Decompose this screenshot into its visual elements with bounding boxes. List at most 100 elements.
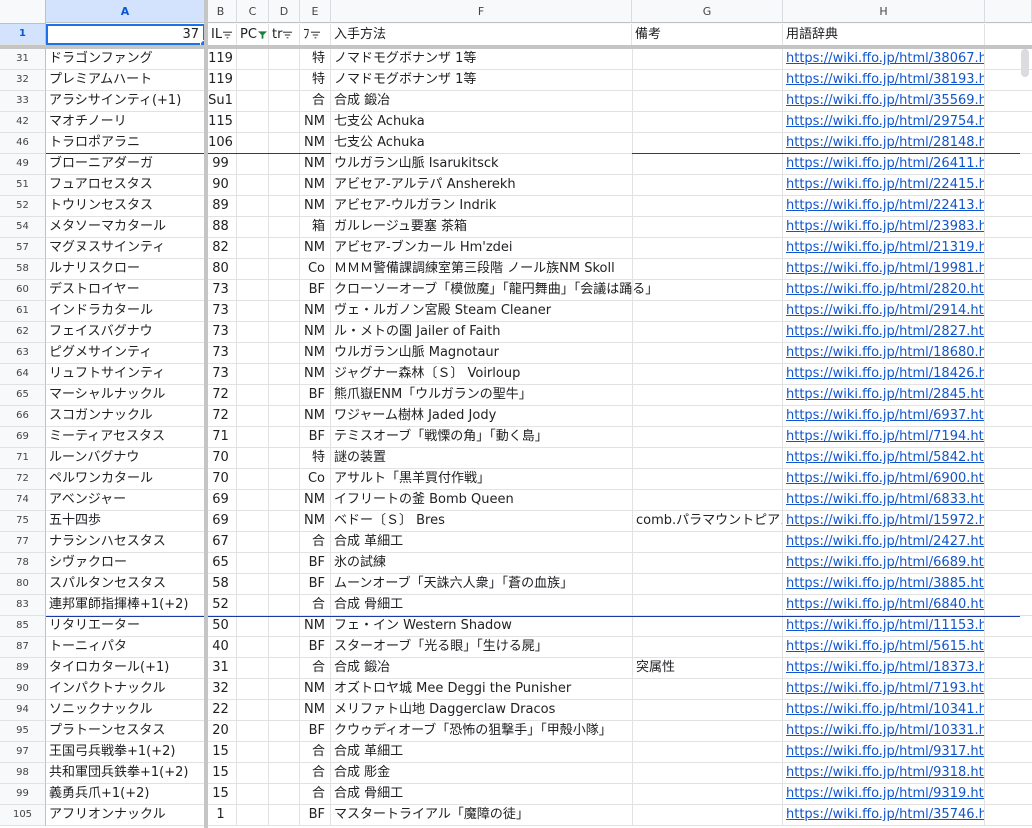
filter-icon[interactable] bbox=[223, 31, 233, 39]
wiki-link[interactable]: https://wiki.ffo.jp/html/6937.html bbox=[786, 408, 984, 423]
dictionary-cell[interactable]: https://wiki.ffo.jp/html/11153.html bbox=[783, 616, 985, 637]
wiki-link[interactable]: https://wiki.ffo.jp/html/9318.html bbox=[786, 765, 984, 780]
item-level-cell[interactable]: 73 bbox=[205, 364, 237, 385]
tr-cell[interactable] bbox=[269, 259, 300, 280]
tr-cell[interactable] bbox=[269, 49, 300, 70]
source-cell[interactable]: ＭＭＭ警備課調練室第三段階 ノール族NM Skoll bbox=[331, 259, 632, 280]
type-cell[interactable]: BF bbox=[300, 721, 331, 742]
pc-cell[interactable] bbox=[237, 700, 269, 721]
header-cell-pc[interactable]: PC bbox=[237, 24, 269, 45]
item-level-cell[interactable]: 88 bbox=[205, 217, 237, 238]
column-header-a[interactable]: A bbox=[46, 0, 205, 23]
row-number[interactable]: 80 bbox=[0, 574, 46, 595]
item-level-cell[interactable]: 89 bbox=[205, 196, 237, 217]
dictionary-cell[interactable]: https://wiki.ffo.jp/html/6900.html bbox=[783, 469, 985, 490]
pc-cell[interactable] bbox=[237, 595, 269, 616]
row-number[interactable]: 42 bbox=[0, 112, 46, 133]
dictionary-cell[interactable]: https://wiki.ffo.jp/html/2820.html bbox=[783, 280, 985, 301]
item-level-cell[interactable]: 71 bbox=[205, 427, 237, 448]
wiki-link[interactable]: https://wiki.ffo.jp/html/28148.html bbox=[786, 135, 984, 150]
source-cell[interactable]: ベドー〔Ｓ〕 Bres bbox=[331, 511, 632, 532]
notes-cell[interactable] bbox=[632, 154, 783, 175]
notes-cell[interactable] bbox=[632, 322, 783, 343]
tr-cell[interactable] bbox=[269, 385, 300, 406]
empty-cell[interactable] bbox=[985, 532, 1032, 553]
item-name-cell[interactable]: 王国弓兵戦拳+1(+2) bbox=[46, 742, 205, 763]
wiki-link[interactable]: https://wiki.ffo.jp/html/9319.html bbox=[786, 786, 984, 801]
tr-cell[interactable] bbox=[269, 322, 300, 343]
row-number[interactable]: 32 bbox=[0, 70, 46, 91]
notes-cell[interactable] bbox=[632, 553, 783, 574]
row-number[interactable]: 63 bbox=[0, 343, 46, 364]
pc-cell[interactable] bbox=[237, 70, 269, 91]
wiki-link[interactable]: https://wiki.ffo.jp/html/18426.html bbox=[786, 366, 984, 381]
pc-cell[interactable] bbox=[237, 280, 269, 301]
wiki-link[interactable]: https://wiki.ffo.jp/html/6689.html bbox=[786, 555, 984, 570]
dictionary-cell[interactable]: https://wiki.ffo.jp/html/2427.html bbox=[783, 532, 985, 553]
wiki-link[interactable]: https://wiki.ffo.jp/html/7194.html bbox=[786, 429, 984, 444]
notes-cell[interactable] bbox=[632, 574, 783, 595]
tr-cell[interactable] bbox=[269, 133, 300, 154]
source-cell[interactable]: ムーンオーブ「天誅六人衆」「蒼の血族」 bbox=[331, 574, 632, 595]
item-level-cell[interactable]: Su1 bbox=[205, 91, 237, 112]
tr-cell[interactable] bbox=[269, 763, 300, 784]
notes-cell[interactable] bbox=[632, 595, 783, 616]
source-cell[interactable]: ノマドモグボナンザ 1等 bbox=[331, 49, 632, 70]
notes-cell[interactable] bbox=[632, 448, 783, 469]
wiki-link[interactable]: https://wiki.ffo.jp/html/18680.html bbox=[786, 345, 984, 360]
item-level-cell[interactable]: 65 bbox=[205, 553, 237, 574]
type-cell[interactable]: Co bbox=[300, 259, 331, 280]
empty-cell[interactable] bbox=[985, 175, 1032, 196]
pc-cell[interactable] bbox=[237, 469, 269, 490]
source-cell[interactable]: フェ・イン Western Shadow bbox=[331, 616, 632, 637]
source-cell[interactable]: 熊爪嶽ENM「ウルガランの聖牛」 bbox=[331, 385, 632, 406]
empty-cell[interactable] bbox=[985, 658, 1032, 679]
pc-cell[interactable] bbox=[237, 658, 269, 679]
pc-cell[interactable] bbox=[237, 91, 269, 112]
pc-cell[interactable] bbox=[237, 385, 269, 406]
row-number[interactable]: 60 bbox=[0, 280, 46, 301]
wiki-link[interactable]: https://wiki.ffo.jp/html/35746.html bbox=[786, 807, 984, 822]
tr-cell[interactable] bbox=[269, 217, 300, 238]
dictionary-cell[interactable]: https://wiki.ffo.jp/html/2827.html bbox=[783, 322, 985, 343]
item-level-cell[interactable]: 31 bbox=[205, 658, 237, 679]
notes-cell[interactable] bbox=[632, 259, 783, 280]
item-level-cell[interactable]: 69 bbox=[205, 490, 237, 511]
source-cell[interactable]: ジャグナー森林〔Ｓ〕 Voirloup bbox=[331, 364, 632, 385]
wiki-link[interactable]: https://wiki.ffo.jp/html/2427.html bbox=[786, 534, 984, 549]
wiki-link[interactable]: https://wiki.ffo.jp/html/15972.html bbox=[786, 513, 984, 528]
filter-icon[interactable] bbox=[283, 31, 293, 39]
notes-cell[interactable] bbox=[632, 616, 783, 637]
notes-cell[interactable] bbox=[632, 364, 783, 385]
pc-cell[interactable] bbox=[237, 637, 269, 658]
item-name-cell[interactable]: ブローニアダーガ bbox=[46, 154, 205, 175]
item-name-cell[interactable]: アベンジャー bbox=[46, 490, 205, 511]
empty-cell[interactable] bbox=[985, 679, 1032, 700]
pc-cell[interactable] bbox=[237, 427, 269, 448]
row-number[interactable]: 57 bbox=[0, 238, 46, 259]
tr-cell[interactable] bbox=[269, 679, 300, 700]
dictionary-cell[interactable]: https://wiki.ffo.jp/html/6833.html bbox=[783, 490, 985, 511]
filter-icon[interactable] bbox=[310, 31, 320, 39]
header-cell-dictionary[interactable]: 用語辞典 bbox=[783, 24, 985, 45]
tr-cell[interactable] bbox=[269, 91, 300, 112]
notes-cell[interactable] bbox=[632, 301, 783, 322]
row-number[interactable]: 65 bbox=[0, 385, 46, 406]
type-cell[interactable]: 合 bbox=[300, 784, 331, 805]
row-number[interactable]: 87 bbox=[0, 637, 46, 658]
wiki-link[interactable]: https://wiki.ffo.jp/html/26411.html bbox=[786, 156, 984, 171]
type-cell[interactable]: BF bbox=[300, 637, 331, 658]
empty-cell[interactable] bbox=[985, 616, 1032, 637]
item-level-cell[interactable]: 82 bbox=[205, 238, 237, 259]
item-level-cell[interactable]: 73 bbox=[205, 343, 237, 364]
type-cell[interactable]: NM bbox=[300, 196, 331, 217]
item-name-cell[interactable]: ペルワンカタール bbox=[46, 469, 205, 490]
item-name-cell[interactable]: タイロカタール(+1) bbox=[46, 658, 205, 679]
item-name-cell[interactable]: 義勇兵爪+1(+2) bbox=[46, 784, 205, 805]
column-header-c[interactable]: C bbox=[237, 0, 269, 23]
wiki-link[interactable]: https://wiki.ffo.jp/html/38067.html bbox=[786, 51, 984, 66]
notes-cell[interactable] bbox=[632, 490, 783, 511]
source-cell[interactable]: クウゥディオーブ「恐怖の狙撃手」「甲殻小隊」 bbox=[331, 721, 632, 742]
tr-cell[interactable] bbox=[269, 511, 300, 532]
empty-cell[interactable] bbox=[985, 406, 1032, 427]
